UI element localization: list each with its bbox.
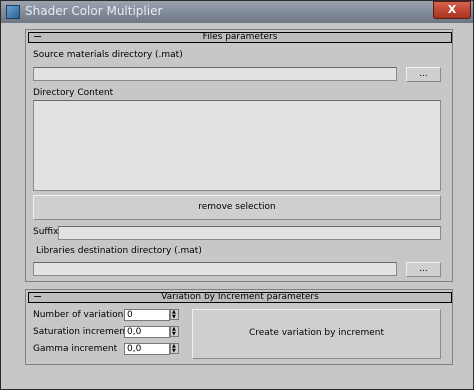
window-title: Shader Color Multiplier: [25, 4, 163, 18]
shader-color-multiplier-window: Shader Color Multiplier X − Files parame…: [0, 0, 474, 390]
destination-directory-label: Libraries destination directory (.mat): [36, 246, 202, 256]
gamma-increment-spinner[interactable]: ▲ ▼: [170, 343, 179, 354]
gamma-increment-input[interactable]: 0,0: [124, 343, 170, 355]
number-of-variation-label: Number of variation: [33, 310, 124, 320]
spinner-down-icon[interactable]: ▼: [172, 349, 176, 354]
create-variation-button[interactable]: Create variation by increment: [192, 309, 441, 359]
suffix-field[interactable]: [58, 226, 441, 240]
number-of-variation-input[interactable]: 0: [124, 309, 170, 321]
files-parameters-header[interactable]: − Files parameters: [28, 30, 452, 43]
source-directory-label: Source materials directory (.mat): [33, 50, 183, 60]
suffix-label: Suffix: [33, 227, 59, 237]
close-button[interactable]: X: [433, 1, 471, 19]
app-icon: [6, 5, 20, 19]
number-of-variation-spinner[interactable]: ▲ ▼: [170, 309, 179, 320]
source-directory-field[interactable]: [33, 67, 397, 81]
directory-content-list[interactable]: [33, 100, 441, 191]
saturation-increment-input[interactable]: 0,0: [124, 326, 170, 338]
remove-selection-button[interactable]: remove selection: [33, 195, 441, 220]
gamma-increment-label: Gamma increment: [33, 344, 118, 354]
destination-directory-field[interactable]: [33, 262, 397, 276]
saturation-increment-spinner[interactable]: ▲ ▼: [170, 326, 179, 337]
source-browse-button[interactable]: ...: [406, 67, 441, 82]
spinner-down-icon[interactable]: ▼: [172, 332, 176, 337]
directory-content-label: Directory Content: [33, 88, 114, 98]
spinner-down-icon[interactable]: ▼: [172, 315, 176, 320]
title-bar[interactable]: Shader Color Multiplier X: [1, 1, 473, 23]
files-parameters-rollout: − Files parameters Source materials dire…: [25, 29, 453, 282]
destination-browse-button[interactable]: ...: [406, 262, 441, 277]
files-parameters-title: Files parameters: [202, 32, 278, 42]
variation-parameters-header[interactable]: − Variation by Increment parameters: [28, 290, 452, 303]
variation-parameters-rollout: − Variation by Increment parameters Numb…: [25, 289, 453, 365]
saturation-increment-label: Saturation increment: [33, 327, 129, 337]
variation-parameters-title: Variation by Increment parameters: [161, 292, 319, 302]
